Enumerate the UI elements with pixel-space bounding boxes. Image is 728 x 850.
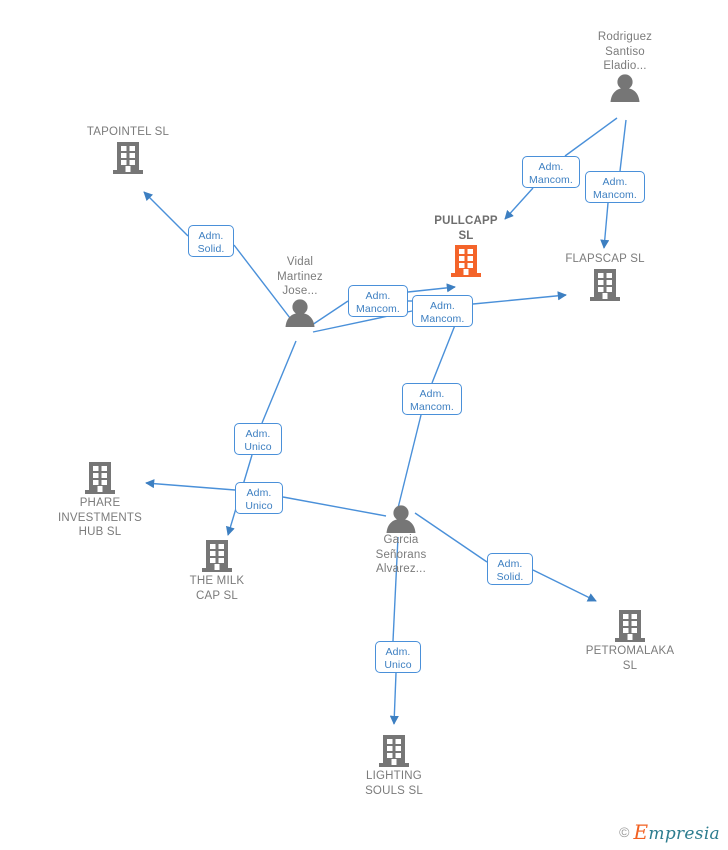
edge-label-vidal-tapointel[interactable]: Adm. Solid. [188,225,234,257]
building-icon [379,735,409,767]
node-phare-investments-hub-sl[interactable]: PHARE INVESTMENTS HUB SL [30,460,170,540]
node-label: FLAPSCAP SL [565,253,645,265]
copyright-icon: © [619,824,630,840]
building-icon [85,462,115,494]
edge-rodriguez-flapscap-out [600,202,610,249]
edge-rodriguez-pullcapp-in [564,117,618,157]
brand-wordmark: Empresia [634,820,721,844]
node-label: TAPOINTEL SL [86,126,170,138]
building-icon [113,141,143,174]
edge-rodriguez-flapscap-in [619,119,627,172]
edge-vidal-themilkcap-in [261,340,297,424]
edge-label-garcia-phare[interactable]: Adm. Unico [235,482,283,514]
building-icon [590,268,620,301]
building-icon [202,540,232,572]
edge-label-garcia-lighting[interactable]: Adm. Unico [375,641,421,673]
node-lighting-souls-sl[interactable]: LIGHTING SOULS SL [324,733,464,798]
person-icon [386,505,416,533]
node-label: THE MILK CAP SL [189,575,245,602]
node-petromalaka-sl[interactable]: PETROMALAKA SL [560,608,700,673]
node-label: PETROMALAKA SL [585,645,675,672]
node-label: Rodriguez Santiso Eladio... [597,31,653,72]
node-label: PULLCAPP SL [434,215,498,242]
empresia-watermark: © Empresia [619,820,720,844]
edge-label-vidal-pullcapp[interactable]: Adm. Mancom. [348,285,408,317]
person-icon [285,298,315,327]
edge-label-vidal-themilkcap[interactable]: Adm. Unico [234,423,282,455]
edge-garcia-lighting-out [389,672,399,725]
node-label: PHARE INVESTMENTS HUB SL [58,497,142,538]
node-label: LIGHTING SOULS SL [365,770,423,797]
node-label: Garcia Señorans Alvarez... [375,534,427,575]
edge-vidal-tapointel-out [143,191,189,237]
brand-initial: E [633,820,649,844]
node-tapointel-sl[interactable]: TAPOINTEL SL [58,125,198,176]
node-pullcapp-sl[interactable]: PULLCAPP SL [396,214,536,279]
building-icon-focal [451,245,481,277]
node-flapscap-sl[interactable]: FLAPSCAP SL [535,252,675,303]
person-icon [610,73,640,102]
edge-label-vidal-flapscap[interactable]: Adm. Mancom. [412,295,473,327]
edge-label-garcia-petromalaka[interactable]: Adm. Solid. [487,553,533,585]
brand-rest: mpresia [648,824,720,844]
edge-garcia-petromalaka-out [532,569,597,602]
edge-label-rodriguez-pullcapp[interactable]: Adm. Mancom. [522,156,580,188]
edge-label-rodriguez-flapscap[interactable]: Adm. Mancom. [585,171,645,203]
edge-label-garcia-pullcapp[interactable]: Adm. Mancom. [402,383,462,415]
node-the-milk-cap-sl[interactable]: THE MILK CAP SL [147,538,287,603]
node-rodriguez-santiso-eladio[interactable]: Rodriguez Santiso Eladio... [555,30,695,102]
edge-group [143,117,627,725]
edge-garcia-pullcapp-in [397,414,422,509]
node-garcia-senorans-alvarez[interactable]: Garcia Señorans Alvarez... [331,505,471,577]
building-icon [615,610,645,642]
edge-vidal-pullcapp-out [407,283,456,293]
